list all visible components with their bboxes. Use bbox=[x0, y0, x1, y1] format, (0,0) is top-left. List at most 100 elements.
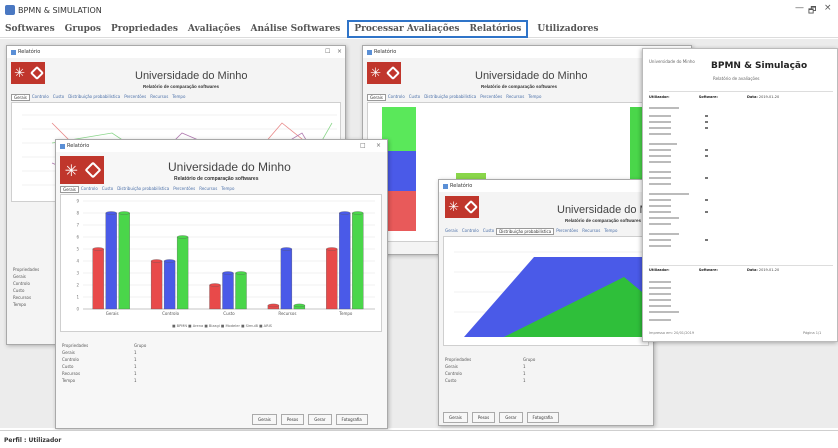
tab-tempo[interactable]: Tempo bbox=[170, 94, 187, 101]
prop-item: Recursos bbox=[13, 295, 32, 300]
tab-recursos[interactable]: Recursos bbox=[580, 228, 602, 235]
y-tick-label: 1 bbox=[76, 295, 79, 300]
gerar-button[interactable]: Gerar bbox=[308, 414, 332, 425]
menu-avaliacoes[interactable]: Avaliações bbox=[183, 22, 246, 36]
prop-label: Propriedades bbox=[445, 357, 472, 362]
pesos-button[interactable]: Pesos bbox=[471, 412, 496, 423]
bar-cap bbox=[326, 247, 338, 251]
tab-custo[interactable]: Custo bbox=[407, 94, 422, 101]
bar-modeler bbox=[235, 272, 247, 310]
report-tabs: Gerais Controlo Custo Distribuição proba… bbox=[11, 94, 187, 101]
report-window-front[interactable]: Relatório □ × ✳ Universidade do Minho Re… bbox=[55, 139, 388, 429]
prop-value: 1 bbox=[134, 357, 137, 362]
tab-percentoes[interactable]: Percentões bbox=[122, 94, 148, 101]
tab-controlo[interactable]: Controlo bbox=[460, 228, 481, 235]
menu-utilizadores[interactable]: Utilizadores bbox=[532, 22, 603, 36]
prop-label: Custo bbox=[62, 364, 74, 369]
maximize-icon[interactable]: 🗗 bbox=[808, 3, 816, 19]
tab-tempo[interactable]: Tempo bbox=[602, 228, 619, 235]
prop-label: Controlo bbox=[445, 371, 462, 376]
tab-recursos[interactable]: Recursos bbox=[148, 94, 170, 101]
menu-grupos[interactable]: Grupos bbox=[60, 22, 106, 36]
x-tick-label: Controlo bbox=[162, 311, 179, 316]
chart-legend: ■ BPMN ■ Arena ■ Bizagi ■ Modeler ■ Simu… bbox=[172, 324, 273, 328]
tab-custo[interactable]: Custo bbox=[51, 94, 66, 101]
tab-tempo[interactable]: Tempo bbox=[526, 94, 543, 101]
menu-softwares[interactable]: Softwares bbox=[0, 22, 60, 36]
fotografia-button[interactable]: Fotografia bbox=[526, 412, 559, 423]
tab-gerais[interactable]: Gerais bbox=[11, 94, 30, 101]
y-tick-label: 5 bbox=[76, 247, 79, 252]
fotografia-button[interactable]: Fotografia bbox=[335, 414, 368, 425]
menu-analise-softwares[interactable]: Análise Softwares bbox=[246, 22, 346, 36]
tab-percentoes[interactable]: Percentões bbox=[554, 228, 580, 235]
divider bbox=[649, 91, 833, 92]
doc-logo-text: Universidade do Minho bbox=[649, 59, 695, 64]
bar-modeler bbox=[176, 236, 189, 310]
minimize-icon[interactable]: — bbox=[795, 3, 804, 13]
doc-subtitle: Relatório de avaliações bbox=[713, 76, 760, 81]
prop-value: 1 bbox=[134, 378, 137, 383]
tab-controlo[interactable]: Controlo bbox=[79, 186, 100, 193]
bar-chart: 0 1 2 3 4 5 6 7 8 9 Gerais Controlo Custo Recursos Tem… bbox=[60, 194, 382, 332]
tab-gerais[interactable]: Gerais bbox=[443, 228, 460, 235]
tab-custo[interactable]: Custo bbox=[481, 228, 496, 235]
bar-bizagi bbox=[105, 212, 117, 310]
gerais-button[interactable]: Gerais bbox=[252, 414, 277, 425]
x-tick-label: Gerais bbox=[106, 311, 119, 316]
prop-value: 1 bbox=[134, 350, 137, 355]
doc-title: BPMN & Simulação bbox=[711, 61, 808, 71]
university-name: Universidade do Minho bbox=[135, 70, 248, 82]
evaluation-report-document[interactable]: Universidade do Minho BPMN & Simulação R… bbox=[642, 48, 838, 342]
university-name: Universidade do Minho bbox=[168, 160, 291, 174]
tab-recursos[interactable]: Recursos bbox=[504, 94, 526, 101]
menu-propriedades[interactable]: Propriedades bbox=[106, 22, 183, 36]
tab-distribuicao[interactable]: Distribuição probabilística bbox=[115, 186, 171, 193]
menu-highlight-group: Processar Avaliações Relatórios bbox=[347, 19, 529, 38]
tab-distribuicao[interactable]: Distribuição probabilística bbox=[496, 228, 555, 235]
doc-block2-header: Utilizador: Software: Data: 2019-01-20 bbox=[649, 268, 779, 272]
y-tick-label: 2 bbox=[76, 283, 79, 288]
window-titlebar: Relatório bbox=[439, 180, 653, 192]
doc-footer-right: Página 1/1 bbox=[803, 331, 822, 335]
bar-bizagi bbox=[339, 212, 351, 310]
app-title: BPMN & SIMULATION bbox=[18, 5, 102, 15]
tab-distribuicao[interactable]: Distribuição probabilística bbox=[422, 94, 478, 101]
bar-cap bbox=[176, 235, 189, 239]
doc-table-lines bbox=[649, 281, 679, 321]
values-header: Grupo bbox=[134, 343, 147, 348]
tab-controlo[interactable]: Controlo bbox=[386, 94, 407, 101]
bar-bpmn bbox=[92, 248, 104, 310]
menu-relatorios[interactable]: Relatórios bbox=[465, 22, 527, 36]
gerar-button[interactable]: Gerar bbox=[499, 412, 523, 423]
date-label: Data: bbox=[747, 95, 758, 99]
tab-gerais[interactable]: Gerais bbox=[367, 94, 386, 101]
tab-custo[interactable]: Custo bbox=[100, 186, 115, 193]
window-title: Relatório bbox=[374, 49, 397, 55]
tab-tempo[interactable]: Tempo bbox=[219, 186, 236, 193]
prop-label: Recursos bbox=[62, 371, 81, 376]
date-value: 2019-01-20 bbox=[758, 95, 780, 99]
close-icon[interactable]: × bbox=[824, 3, 832, 13]
tab-distribuicao[interactable]: Distribuição probabilística bbox=[66, 94, 122, 101]
bar-cap bbox=[118, 211, 130, 215]
prop-item: Controlo bbox=[13, 281, 30, 286]
gerais-button[interactable]: Gerais bbox=[443, 412, 468, 423]
tab-recursos[interactable]: Recursos bbox=[197, 186, 219, 193]
pesos-button[interactable]: Pesos bbox=[280, 414, 305, 425]
menu-processar-avaliacoes[interactable]: Processar Avaliações bbox=[349, 22, 464, 36]
window-close-icon[interactable]: × bbox=[376, 142, 381, 149]
tab-gerais[interactable]: Gerais bbox=[60, 186, 79, 193]
tab-controlo[interactable]: Controlo bbox=[30, 94, 51, 101]
window-maximize-icon[interactable]: ☐ bbox=[325, 48, 330, 55]
profile-label: Perfil : Utilizador bbox=[4, 437, 62, 444]
prop-item: Custo bbox=[13, 288, 25, 293]
window-minimize-icon[interactable]: □ bbox=[360, 142, 366, 149]
report-window-area[interactable]: Relatório ✳ Universidade do Minho Relató… bbox=[438, 179, 654, 426]
right-props-list: Propriedades Gerais Controlo Custo bbox=[445, 356, 471, 384]
software-label: Software: bbox=[698, 95, 718, 99]
window-close-icon[interactable]: × bbox=[337, 48, 342, 55]
tab-percentoes[interactable]: Percentões bbox=[478, 94, 504, 101]
university-name: Universidade do Minho bbox=[557, 204, 653, 216]
tab-percentoes[interactable]: Percentões bbox=[171, 186, 197, 193]
